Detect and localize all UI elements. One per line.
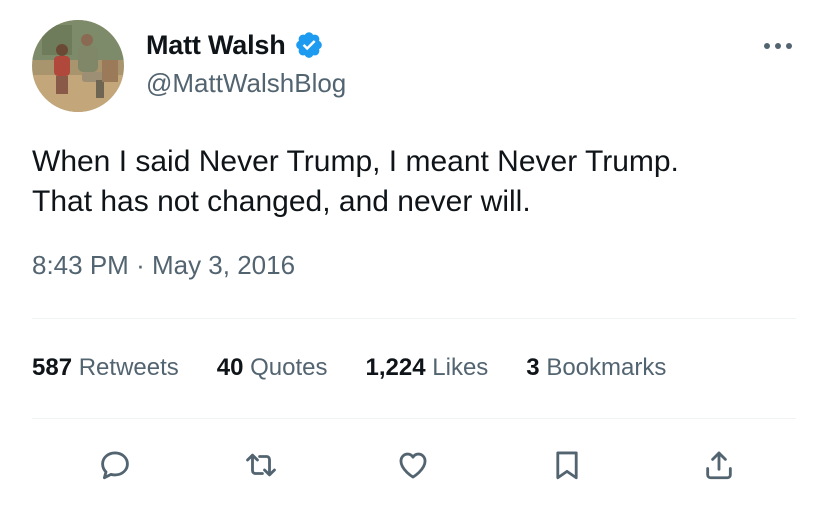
action-bar — [0, 440, 828, 490]
stat-bookmarks[interactable]: 3 Bookmarks — [526, 354, 666, 382]
tweet-text: When I said Never Trump, I meant Never T… — [32, 142, 802, 222]
stat-likes[interactable]: 1,224 Likes — [366, 354, 489, 382]
share-button[interactable] — [694, 440, 744, 490]
verified-badge-icon — [295, 32, 322, 58]
stat-count: 1,224 — [365, 354, 426, 381]
meta-separator: · — [136, 250, 145, 280]
retweet-icon — [246, 453, 276, 477]
stat-count: 587 — [32, 354, 73, 381]
like-button[interactable] — [388, 440, 438, 490]
reply-button[interactable] — [90, 440, 140, 490]
stat-label: Likes — [432, 354, 489, 381]
stat-quotes[interactable]: 40 Quotes — [217, 354, 328, 382]
stat-count: 40 — [216, 354, 244, 381]
tweet-text-line: That has not changed, and never will. — [32, 185, 531, 218]
tweet-timestamp[interactable]: 8:43 PM · May 3, 2016 — [32, 250, 295, 281]
more-dots-icon — [764, 43, 792, 49]
stat-label: Quotes — [250, 354, 328, 381]
author-name-row[interactable]: Matt Walsh — [146, 28, 324, 62]
tweet-time: 8:43 PM — [32, 250, 129, 280]
display-name[interactable]: Matt Walsh — [146, 30, 286, 61]
avatar[interactable] — [32, 20, 124, 112]
author-handle[interactable]: @MattWalshBlog — [146, 68, 346, 99]
share-icon — [706, 451, 732, 480]
bookmark-button[interactable] — [542, 440, 592, 490]
tweet-date: May 3, 2016 — [151, 250, 296, 280]
stat-count: 3 — [526, 354, 540, 381]
stat-label: Retweets — [78, 354, 179, 381]
like-heart-icon — [399, 452, 427, 479]
tweet-text-line: When I said Never Trump, I meant Never T… — [32, 145, 679, 178]
retweet-button[interactable] — [236, 440, 286, 490]
engagement-stats: 587 Retweets 40 Quotes 1,224 Likes 3 Boo… — [32, 350, 666, 386]
reply-icon — [101, 451, 129, 480]
avatar-image — [32, 20, 124, 112]
divider — [32, 418, 796, 419]
divider — [32, 318, 796, 319]
more-options-button[interactable] — [758, 32, 798, 60]
bookmark-icon — [556, 451, 578, 480]
stat-label: Bookmarks — [546, 354, 667, 381]
stat-retweets[interactable]: 587 Retweets — [32, 354, 179, 382]
